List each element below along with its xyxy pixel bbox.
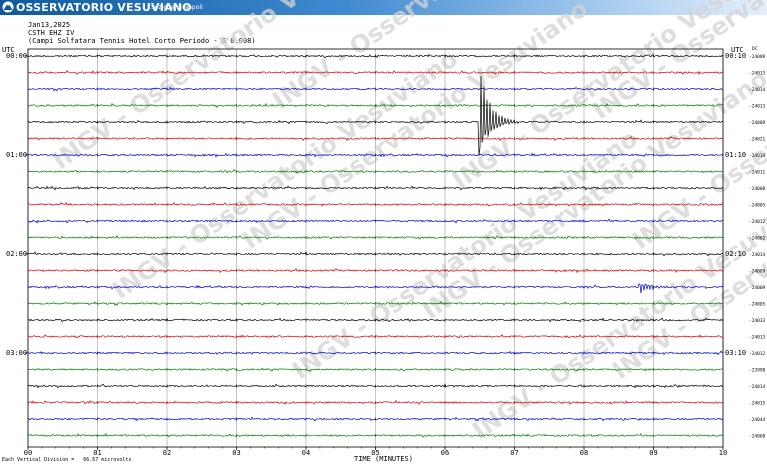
dc-label: DC <box>752 46 758 52</box>
dc-offset-label: -24062 <box>749 236 766 242</box>
left-time-label: 00:00 <box>6 52 27 60</box>
dc-offset-label: -24012 <box>749 219 766 225</box>
right-time-label: 01:10 <box>725 151 746 159</box>
dc-offset-label: -24068 <box>749 434 766 440</box>
right-time-label: 02:10 <box>725 250 746 258</box>
dc-offset-label: -24014 <box>749 87 766 93</box>
dc-offset-label: -24009 <box>749 54 766 60</box>
dc-offset-label: -24012 <box>749 351 766 357</box>
dc-offset-label: -24014 <box>749 153 766 159</box>
dc-offset-label: -23998 <box>749 368 766 374</box>
dc-offset-label: -24033 <box>749 318 766 324</box>
dc-offset-label: -24014 <box>749 252 766 258</box>
watermark-text: INGV - Osservatorio Vesuviano <box>47 0 402 175</box>
left-time-label: 03:00 <box>6 349 27 357</box>
right-time-label: 00:10 <box>725 52 746 60</box>
dc-offset-label: -24044 <box>749 417 766 423</box>
dc-offset-label: -24013 <box>749 335 766 341</box>
dc-offset-label: -24011 <box>749 170 766 176</box>
right-time-label: 03:10 <box>725 349 746 357</box>
dc-offset-label: -24021 <box>749 137 766 143</box>
left-time-label: 01:00 <box>6 151 27 159</box>
dc-offset-label: -24008 <box>749 186 766 192</box>
dc-offset-label: -24013 <box>749 104 766 110</box>
dc-offset-label: -24015 <box>749 401 766 407</box>
left-time-label: 02:00 <box>6 250 27 258</box>
seismogram-plot: INGV - Osservatorio VesuvianoINGV - Osse… <box>2 0 767 457</box>
dc-offset-label: -24009 <box>749 285 766 291</box>
dc-offset-label: -24009 <box>749 120 766 126</box>
dc-offset-label: -24005 <box>749 302 766 308</box>
dc-offset-label: -24014 <box>749 384 766 390</box>
dc-offset-label: -24009 <box>749 269 766 275</box>
dc-offset-label: -24005 <box>749 203 766 209</box>
x-axis-label: TIME (MINUTES) <box>353 455 413 463</box>
dc-offset-label: -24013 <box>749 71 766 77</box>
